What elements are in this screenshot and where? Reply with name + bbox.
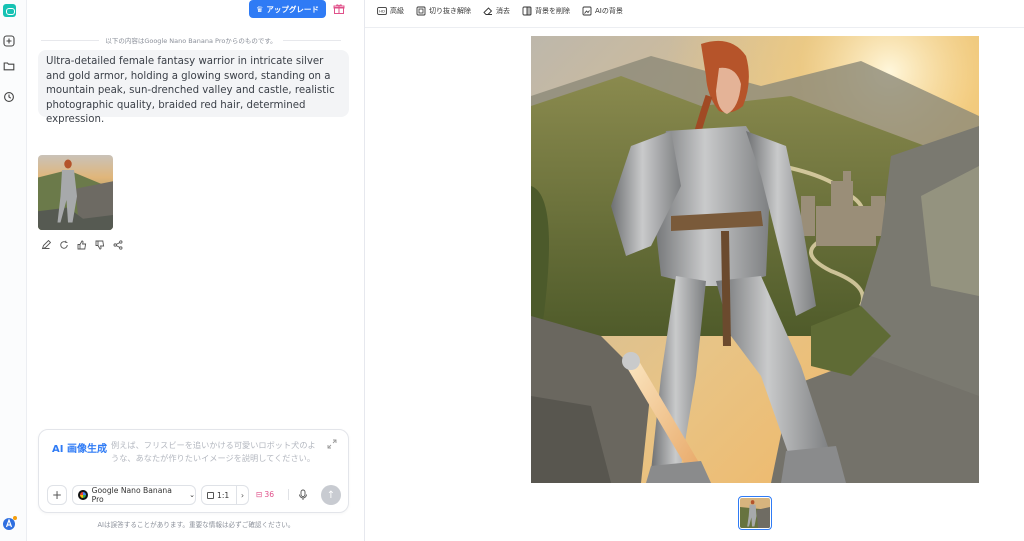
toolbar-uncrop-label: 切り抜き解除 — [429, 7, 471, 15]
square-icon — [207, 491, 214, 499]
arrow-up-icon: ↑ — [326, 489, 336, 501]
chevron-down-icon: ⌄ — [189, 491, 195, 499]
toolbar-ai-background-label: AIの背景 — [595, 7, 623, 15]
toolbar-ai-background[interactable]: AIの背景 — [582, 6, 623, 16]
share-icon[interactable] — [113, 240, 123, 250]
divider — [288, 489, 289, 500]
crown-icon: ♛ — [256, 4, 264, 14]
history-icon[interactable] — [3, 91, 15, 103]
remove-background-icon — [522, 6, 532, 16]
thumbs-up-icon[interactable] — [77, 240, 87, 250]
google-logo-icon — [78, 490, 88, 500]
ai-disclaimer: AIは誤答することがあります。重要な情報は必ずご確認ください。 — [97, 521, 295, 529]
app-logo-icon[interactable] — [3, 4, 16, 17]
model-name: Google Nano Banana Pro — [91, 486, 172, 504]
expand-icon[interactable] — [327, 439, 337, 449]
message-actions — [41, 240, 123, 250]
toolbar-uncrop[interactable]: 切り抜き解除 — [416, 6, 471, 16]
toolbar-remove-background-label: 背景を削除 — [535, 7, 570, 15]
prompt-input[interactable]: 例えば、フリスビーを追いかける可愛いロボット犬のような、あなたが作りたいイメージ… — [111, 439, 321, 464]
send-button[interactable]: ↑ — [321, 485, 341, 505]
gift-icon[interactable] — [333, 3, 345, 15]
new-chat-icon[interactable] — [3, 35, 15, 47]
generated-image-thumbnail[interactable] — [38, 155, 113, 230]
model-notice-text: 以下の内容はGoogle Nano Banana Proからのものです。 — [105, 37, 277, 45]
more-options-button[interactable]: › — [237, 485, 249, 505]
microphone-icon[interactable] — [298, 489, 308, 501]
image-strip-thumbnail-selected[interactable] — [738, 496, 772, 530]
toolbar-erase[interactable]: 消去 — [483, 6, 510, 16]
eraser-icon — [483, 6, 493, 16]
regenerate-icon[interactable] — [59, 240, 69, 250]
ratio-value: 1:1 — [217, 490, 230, 500]
user-prompt-bubble: Ultra-detailed female fantasy warrior in… — [38, 50, 349, 125]
image-toolbar: HD 高級 切り抜き解除 消去 背景を削除 AIの背景 — [377, 4, 623, 18]
aspect-ratio-selector[interactable]: 1:1 — [201, 485, 237, 505]
model-notice: 以下の内容はGoogle Nano Banana Proからのものです。 — [41, 35, 341, 45]
hd-icon: HD — [377, 6, 387, 16]
toolbar-divider — [365, 27, 1024, 28]
mode-label[interactable]: AI 画像生成 — [52, 440, 107, 455]
toolbar-upscale-label: 高級 — [390, 7, 404, 15]
upgrade-button[interactable]: ♛ アップグレード — [249, 0, 326, 18]
uncrop-icon — [416, 6, 426, 16]
ai-background-icon — [582, 6, 592, 16]
generated-image-preview[interactable] — [531, 36, 979, 483]
chevron-right-icon: › — [240, 490, 245, 500]
add-attachment-button[interactable]: + — [47, 485, 67, 505]
folder-icon[interactable] — [3, 60, 15, 72]
credits-badge: ⊟ 36 — [256, 490, 274, 499]
edit-icon[interactable] — [41, 240, 51, 250]
divider — [282, 39, 341, 41]
left-rail — [0, 0, 27, 541]
model-selector[interactable]: Google Nano Banana Pro ⌄ — [72, 485, 196, 505]
prompt-composer: AI 画像生成 例えば、フリスビーを追いかける可愛いロボット犬のような、あなたが… — [38, 429, 349, 513]
chat-panel: ♛ アップグレード 以下の内容はGoogle Nano Banana Proから… — [27, 0, 365, 541]
app-root: ♛ アップグレード 以下の内容はGoogle Nano Banana Proから… — [0, 0, 1024, 541]
toolbar-upscale[interactable]: HD 高級 — [377, 6, 404, 16]
toolbar-remove-background[interactable]: 背景を削除 — [522, 6, 570, 16]
svg-text:HD: HD — [379, 9, 385, 14]
credits-icon: ⊟ — [256, 490, 263, 499]
assistant-logo-icon[interactable] — [2, 515, 18, 531]
credits-value: 36 — [264, 490, 275, 499]
image-strip-thumbnail-image — [740, 498, 770, 528]
upgrade-label: アップグレード — [266, 4, 319, 14]
divider — [41, 39, 100, 41]
toolbar-erase-label: 消去 — [496, 7, 510, 15]
plus-icon: + — [51, 488, 63, 502]
thumbs-down-icon[interactable] — [95, 240, 105, 250]
